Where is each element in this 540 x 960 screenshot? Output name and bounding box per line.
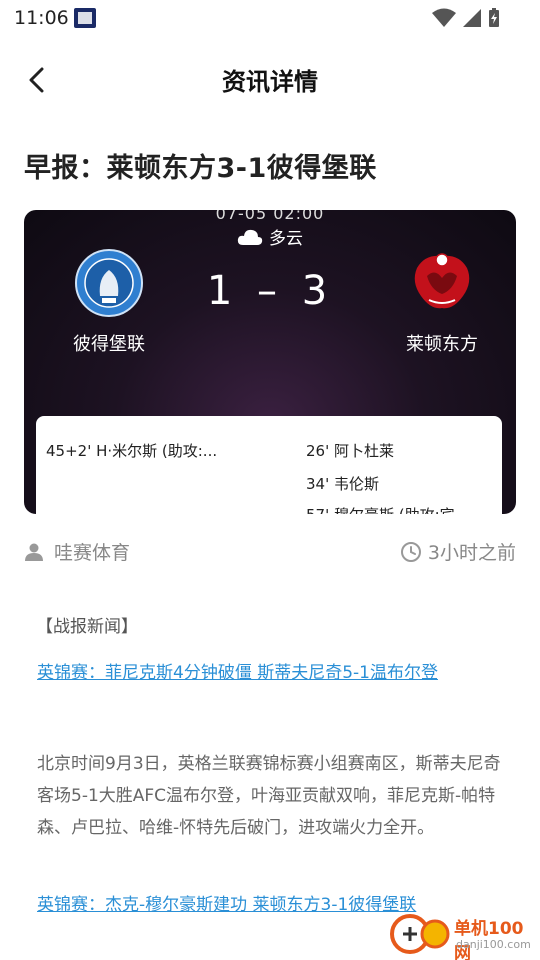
published-time: 3小时之前 xyxy=(427,542,516,564)
app-notification-icon xyxy=(74,8,96,28)
app-header: 资讯详情 xyxy=(0,48,540,110)
status-time: 11:06 xyxy=(14,7,69,29)
watermark-logo-icon xyxy=(390,914,450,954)
weather: 多云 xyxy=(24,224,516,249)
status-icons xyxy=(432,8,500,28)
signal-icon xyxy=(463,9,481,27)
match-card[interactable]: 07-05 02:00 多云 彼得堡联 1 – 3 莱顿东方 45+2' H·米… xyxy=(24,210,516,514)
article-paragraph: 北京时间9月3日，英格兰联赛锦标赛小组赛南区，斯蒂夫尼奇客场5-1大胜AFC温布… xyxy=(37,754,501,838)
away-event: 34' 韦伦斯 xyxy=(306,475,379,493)
article-source: 哇赛体育 xyxy=(24,538,130,565)
away-team[interactable]: 莱顿东方 xyxy=(382,248,502,356)
related-article-link[interactable]: 英锦赛：杰克-穆尔豪斯建功 莱顿东方3-1彼得堡联 xyxy=(37,890,416,915)
home-event: 45+2' H·米尔斯 (助攻:... xyxy=(46,442,218,460)
site-watermark: 单机100网 danji100.com xyxy=(388,910,538,960)
away-event: 57' 穆尔豪斯 (助攻:宾 xyxy=(306,504,455,514)
section-tag: 【战报新闻】 xyxy=(36,617,138,637)
status-bar: 11:06 xyxy=(0,0,540,38)
away-event: 26' 阿卜杜莱 xyxy=(306,442,394,460)
source-name: 哇赛体育 xyxy=(54,542,131,564)
watermark-subtext: danji100.com xyxy=(456,938,531,951)
weather-label: 多云 xyxy=(269,229,303,249)
related-article-link[interactable]: 英锦赛：菲尼克斯4分钟破僵 斯蒂夫尼奇5-1温布尔登 xyxy=(37,658,438,683)
page-title: 资讯详情 xyxy=(222,68,318,96)
wifi-icon xyxy=(432,8,456,27)
article-title: 早报：莱顿东方3-1彼得堡联 xyxy=(24,153,377,184)
clock-icon xyxy=(400,541,421,562)
away-team-name: 莱顿东方 xyxy=(406,334,478,355)
match-events-panel: 45+2' H·米尔斯 (助攻:... 26' 阿卜杜莱 34' 韦伦斯 57'… xyxy=(36,416,502,514)
cloud-icon xyxy=(237,229,263,245)
leyton-orient-crest-icon xyxy=(414,253,470,309)
article-meta: 哇赛体育 3小时之前 xyxy=(24,538,516,566)
watermark-text: 单机100网 xyxy=(454,919,524,960)
match-time: 07-05 02:00 xyxy=(215,210,325,223)
home-team-name: 彼得堡联 xyxy=(73,334,145,355)
person-icon xyxy=(25,543,43,561)
battery-icon xyxy=(489,8,499,27)
article-time: 3小时之前 xyxy=(400,538,516,565)
